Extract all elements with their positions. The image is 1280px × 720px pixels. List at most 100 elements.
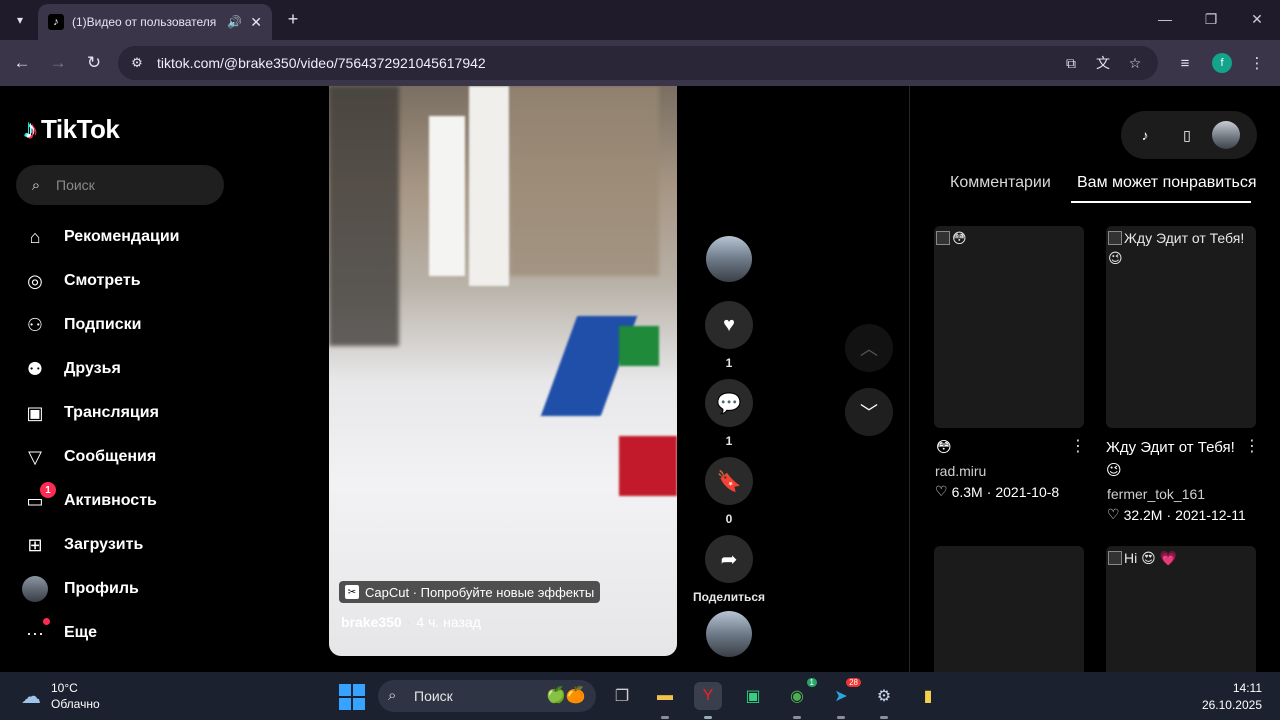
nav-friends[interactable]: ⚉ Друзья: [22, 352, 121, 386]
nav-upload[interactable]: ⊞ Загрузить: [22, 528, 143, 562]
next-video-button[interactable]: ﹀: [845, 388, 893, 436]
card-date: 2021-12-11: [1175, 506, 1246, 523]
following-icon: ⚇: [26, 314, 44, 335]
recommended-video-thumb[interactable]: Hi 😍 💗: [1106, 546, 1256, 672]
steam-icon[interactable]: ⚙: [870, 682, 898, 710]
previous-video-button[interactable]: ︿: [845, 324, 893, 372]
nav-following[interactable]: ⚇ Подписки: [22, 308, 142, 342]
site-info-icon[interactable]: ⚙: [128, 54, 146, 72]
tiktok-logo[interactable]: ♪ TikTok: [24, 114, 120, 145]
friends-icon: ⚉: [26, 358, 44, 379]
windows-taskbar: ☁ 10°C Облачно ⌕ Поиск 🍏🍊 ❐ ▬ Y ▣ ◉ 1 ➤ 28…: [0, 672, 1280, 720]
tab-close-icon[interactable]: ✕: [250, 14, 262, 31]
speaker-icon[interactable]: 🔊: [227, 15, 242, 29]
clock-time[interactable]: 14:11: [1233, 681, 1262, 695]
nav-label: Друзья: [64, 360, 121, 377]
card-author[interactable]: fermer_tok_161: [1107, 486, 1205, 502]
nav-messages[interactable]: ▽ Сообщения: [22, 440, 156, 474]
nav-label: Трансляция: [64, 404, 159, 421]
clock-date[interactable]: 26.10.2025: [1202, 698, 1262, 712]
nav-label: Активность: [64, 492, 157, 509]
side-panel: ♪ ▯ Комментарии Вам может понравиться 😳 …: [909, 86, 1280, 672]
avatar[interactable]: [1212, 121, 1240, 149]
browser-tab[interactable]: ♪ (1)Видео от пользователя 🔊 ✕: [38, 4, 272, 40]
media-control-icon[interactable]: ≡: [1174, 52, 1196, 74]
thumb-alt-text: 😳: [936, 228, 1082, 248]
browser-tab-strip: ▾ ♪ (1)Видео от пользователя 🔊 ✕ + — ❐ ✕: [0, 0, 1280, 40]
phone-icon[interactable]: ▯: [1175, 123, 1199, 147]
nav-live[interactable]: ▣ Трансляция: [22, 396, 159, 430]
minimize-icon[interactable]: —: [1150, 8, 1180, 30]
telegram-icon[interactable]: ➤ 28: [827, 678, 861, 710]
nav-recommendations[interactable]: ⌂ Рекомендации: [22, 220, 180, 254]
creator-avatar[interactable]: [706, 236, 752, 282]
running-indicator: [704, 716, 712, 719]
search-input[interactable]: ⌕ Поиск: [16, 165, 224, 205]
weather-condition[interactable]: Облачно: [51, 697, 100, 711]
thumb-alt-text: Жду Эдит от Тебя! 😉: [1108, 228, 1254, 268]
save-button[interactable]: 🔖: [705, 457, 753, 505]
comment-icon: 💬: [716, 392, 742, 415]
reload-icon[interactable]: ↻: [82, 51, 106, 75]
cloud-icon[interactable]: ☁: [18, 683, 44, 709]
app-icon[interactable]: ▮: [914, 682, 942, 710]
chrome-badge: 1: [806, 678, 817, 687]
recommended-video-thumb[interactable]: [934, 546, 1084, 672]
task-view-icon[interactable]: ❐: [608, 682, 636, 710]
weather-temp[interactable]: 10°C: [51, 681, 78, 695]
new-tab-button[interactable]: +: [282, 8, 304, 30]
back-icon[interactable]: ←: [10, 51, 34, 75]
nav-label: Профиль: [64, 580, 139, 597]
card-more-icon[interactable]: ⋮: [1244, 436, 1260, 456]
top-right-pill: ♪ ▯: [1121, 111, 1257, 159]
video-frame-shape: [429, 116, 465, 276]
tab-comments[interactable]: Комментарии: [950, 174, 1051, 192]
nav-activity[interactable]: ▭ 1 Активность: [22, 482, 157, 518]
recommended-video-thumb[interactable]: 😳: [934, 226, 1084, 428]
video-frame-shape: [469, 86, 509, 286]
capcut-label: CapCut · Попробуйте новые эффекты: [365, 584, 595, 600]
card-more-icon[interactable]: ⋮: [1070, 436, 1086, 456]
nav-label: Загрузить: [64, 536, 144, 553]
install-app-icon[interactable]: ⧉: [1061, 53, 1081, 73]
yandex-browser-icon[interactable]: Y: [694, 682, 722, 710]
recommended-video-thumb[interactable]: Жду Эдит от Тебя! 😉: [1106, 226, 1256, 428]
nav-explore[interactable]: ◎ Смотреть: [22, 264, 140, 298]
windows-start-icon[interactable]: [339, 684, 365, 710]
address-bar[interactable]: ⚙ tiktok.com/@brake350/video/75643729210…: [118, 46, 1158, 80]
translate-icon[interactable]: 文: [1093, 53, 1113, 73]
tiktok-app-icon[interactable]: ♪: [1133, 123, 1157, 147]
file-explorer-icon[interactable]: ▬: [651, 682, 679, 710]
menu-icon[interactable]: ⋮: [1246, 52, 1268, 74]
music-disc-avatar[interactable]: [706, 611, 752, 657]
card-title[interactable]: Жду Эдит от Тебя! 😉: [1106, 436, 1246, 482]
card-title[interactable]: 😳: [936, 436, 1076, 459]
browser-profile-avatar[interactable]: f: [1212, 53, 1232, 73]
video-author[interactable]: brake350: [341, 614, 402, 630]
chrome-icon[interactable]: ◉ 1: [783, 678, 817, 710]
nav-label: Подписки: [64, 316, 142, 333]
tab-recommended[interactable]: Вам может понравиться: [1077, 174, 1257, 192]
bookmark-star-icon[interactable]: ☆: [1125, 53, 1145, 73]
nav-profile[interactable]: Профиль: [22, 572, 139, 606]
card-author[interactable]: rad.miru: [935, 463, 986, 479]
share-button[interactable]: ➦: [705, 535, 753, 583]
url-text[interactable]: tiktok.com/@brake350/video/7564372921045…: [157, 55, 486, 71]
video-player[interactable]: ✂ CapCut · Попробуйте новые эффекты brak…: [329, 86, 677, 656]
thumb-title: 😳: [952, 230, 967, 246]
save-count: 0: [725, 512, 733, 526]
window-close-icon[interactable]: ✕: [1242, 8, 1272, 30]
taskbar-search-label: Поиск: [414, 688, 453, 704]
tab-search-icon[interactable]: ▾: [8, 8, 32, 32]
more-dot: [43, 618, 50, 625]
comment-button[interactable]: 💬: [705, 379, 753, 427]
capcut-tag[interactable]: ✂ CapCut · Попробуйте новые эффекты: [339, 581, 601, 603]
app-icon[interactable]: ▣: [739, 682, 767, 710]
taskbar-search[interactable]: ⌕ Поиск 🍏🍊: [378, 680, 596, 712]
forward-icon[interactable]: →: [46, 51, 70, 75]
logo-wordmark: TikTok: [41, 114, 120, 144]
nav-more[interactable]: ··· Еще: [22, 616, 97, 650]
more-icon: ···: [22, 618, 50, 646]
restore-icon[interactable]: ❐: [1196, 8, 1226, 30]
like-button[interactable]: ♥: [705, 301, 753, 349]
